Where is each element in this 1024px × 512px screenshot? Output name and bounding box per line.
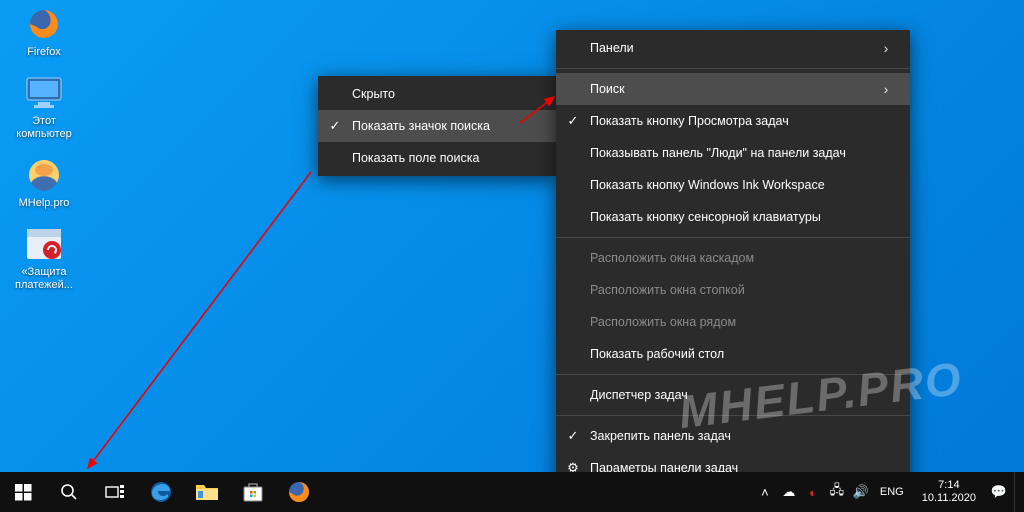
menu-item-label: Расположить окна стопкой bbox=[590, 283, 896, 297]
menu-item-label: Поиск bbox=[590, 82, 876, 96]
desktop-icon-this-pc[interactable]: Этоткомпьютер bbox=[6, 69, 82, 151]
tray-clock[interactable]: 7:14 10.11.2020 bbox=[914, 479, 984, 505]
taskbar-app-firefox[interactable] bbox=[276, 472, 322, 512]
tray-date: 10.11.2020 bbox=[922, 492, 976, 505]
menu-item-task-view[interactable]: ✓ Показать кнопку Просмотра задач bbox=[556, 105, 910, 137]
menu-item-label: Показать рабочий стол bbox=[590, 347, 896, 361]
menu-item-people[interactable]: Показывать панель "Люди" на панели задач bbox=[556, 137, 910, 169]
folder-icon bbox=[195, 482, 219, 502]
desktop[interactable]: Firefox Этоткомпьютер MHelp.pro «Защитап… bbox=[0, 0, 1024, 512]
menu-item-label: Показать значок поиска bbox=[352, 119, 542, 133]
trend-icon bbox=[22, 224, 66, 264]
menu-separator bbox=[556, 374, 910, 375]
tray-network-icon[interactable]: 🖧 bbox=[828, 481, 846, 503]
show-desktop-button[interactable] bbox=[1014, 472, 1020, 512]
desktop-icons: Firefox Этоткомпьютер MHelp.pro «Защитап… bbox=[6, 0, 86, 302]
menu-item-label: Показать поле поиска bbox=[352, 151, 542, 165]
search-submenu: Скрыто ✓ Показать значок поиска Показать… bbox=[318, 76, 556, 176]
menu-item-lock-taskbar[interactable]: ✓ Закрепить панель задач bbox=[556, 420, 910, 452]
menu-item-label: Расположить окна рядом bbox=[590, 315, 896, 329]
check-icon: ✓ bbox=[556, 428, 590, 444]
menu-separator bbox=[556, 237, 910, 238]
start-button[interactable] bbox=[0, 472, 46, 512]
action-center-icon[interactable]: 💬 bbox=[990, 484, 1008, 500]
task-view-button[interactable] bbox=[92, 472, 138, 512]
menu-item-label: Расположить окна каскадом bbox=[590, 251, 896, 265]
menu-item-label: Показывать панель "Люди" на панели задач bbox=[590, 146, 896, 160]
desktop-icon-label: Firefox bbox=[6, 46, 82, 59]
menu-item-label: Показать кнопку сенсорной клавиатуры bbox=[590, 210, 896, 224]
this-pc-icon bbox=[22, 73, 66, 113]
firefox-icon bbox=[287, 480, 311, 504]
tray-trend-icon[interactable]: ◐ bbox=[804, 485, 822, 500]
menu-item-cascade: Расположить окна каскадом bbox=[556, 242, 910, 274]
desktop-icon-firefox[interactable]: Firefox bbox=[6, 0, 82, 69]
submenu-item-show-search-icon[interactable]: ✓ Показать значок поиска bbox=[318, 110, 556, 142]
menu-item-ink-workspace[interactable]: Показать кнопку Windows Ink Workspace bbox=[556, 169, 910, 201]
taskbar-context-menu: Панели › Поиск › ✓ Показать кнопку Просм… bbox=[556, 30, 910, 486]
taskbar-app-explorer[interactable] bbox=[184, 472, 230, 512]
menu-separator bbox=[556, 415, 910, 416]
firefox-icon bbox=[22, 4, 66, 44]
chevron-right-icon: › bbox=[876, 40, 896, 56]
mhelp-icon bbox=[22, 155, 66, 195]
tray-onedrive-icon[interactable]: ☁ bbox=[780, 484, 798, 500]
tray-time: 7:14 bbox=[922, 479, 976, 492]
taskbar-search-button[interactable] bbox=[46, 472, 92, 512]
store-icon bbox=[242, 481, 264, 503]
taskbar[interactable]: ˄ ☁ ◐ 🖧 🔊 ENG 7:14 10.11.2020 💬 bbox=[0, 472, 1024, 512]
tray-volume-icon[interactable]: 🔊 bbox=[852, 484, 870, 500]
desktop-icon-mhelp[interactable]: MHelp.pro bbox=[6, 151, 82, 220]
tray-chevron-up-icon[interactable]: ˄ bbox=[756, 485, 774, 500]
submenu-item-hidden[interactable]: Скрыто bbox=[318, 78, 556, 110]
menu-item-label: Панели bbox=[590, 41, 876, 55]
menu-item-task-manager[interactable]: Диспетчер задач bbox=[556, 379, 910, 411]
menu-item-label: Показать кнопку Windows Ink Workspace bbox=[590, 178, 896, 192]
menu-item-show-desktop[interactable]: Показать рабочий стол bbox=[556, 338, 910, 370]
check-icon: ✓ bbox=[318, 118, 352, 134]
desktop-icon-label: «Защитаплатежей... bbox=[6, 266, 82, 292]
menu-item-touch-keyboard[interactable]: Показать кнопку сенсорной клавиатуры bbox=[556, 201, 910, 233]
taskbar-app-store[interactable] bbox=[230, 472, 276, 512]
menu-item-search[interactable]: Поиск › bbox=[556, 73, 910, 105]
menu-separator bbox=[556, 68, 910, 69]
menu-item-label: Диспетчер задач bbox=[590, 388, 896, 402]
menu-item-side-by-side: Расположить окна рядом bbox=[556, 306, 910, 338]
search-icon bbox=[60, 483, 78, 501]
task-view-icon bbox=[105, 484, 125, 500]
edge-icon bbox=[149, 480, 173, 504]
desktop-icon-trend[interactable]: «Защитаплатежей... bbox=[6, 220, 82, 302]
menu-item-label: Скрыто bbox=[352, 87, 542, 101]
taskbar-app-edge[interactable] bbox=[138, 472, 184, 512]
system-tray[interactable]: ˄ ☁ ◐ 🖧 🔊 ENG 7:14 10.11.2020 💬 bbox=[756, 472, 1024, 512]
submenu-item-show-search-box[interactable]: Показать поле поиска bbox=[318, 142, 556, 174]
tray-language[interactable]: ENG bbox=[876, 486, 908, 498]
menu-item-label: Показать кнопку Просмотра задач bbox=[590, 114, 896, 128]
desktop-icon-label: MHelp.pro bbox=[6, 197, 82, 210]
menu-item-label: Закрепить панель задач bbox=[590, 429, 896, 443]
desktop-icon-label: Этоткомпьютер bbox=[6, 115, 82, 141]
windows-icon bbox=[15, 484, 32, 501]
check-icon: ✓ bbox=[556, 113, 590, 129]
chevron-right-icon: › bbox=[876, 81, 896, 97]
menu-item-stack: Расположить окна стопкой bbox=[556, 274, 910, 306]
menu-item-toolbars[interactable]: Панели › bbox=[556, 32, 910, 64]
